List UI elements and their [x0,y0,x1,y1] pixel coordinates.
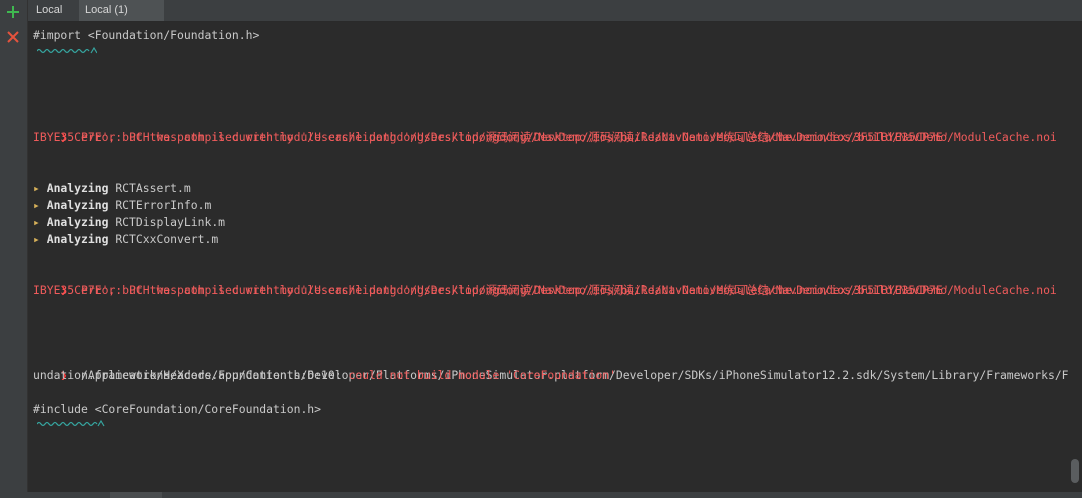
analyzing-line: ▸ Analyzing RCTErrorInfo.m [33,198,212,212]
tab-local[interactable]: Local [30,0,78,21]
triangle-icon: ▸ [33,215,47,229]
analyzing-line: ▸ Analyzing RCTAssert.m [33,181,191,195]
analyzing-line: ▸ Analyzing RCTDisplayLink.m [33,215,226,229]
left-toolbar [0,0,28,498]
vertical-scrollbar[interactable] [1068,22,1082,492]
error-message-1-cont: IBYE35CP7E', but the path is currently '… [33,130,950,144]
bottom-bar [0,492,1082,498]
error-message-3: ❯ /Applications/Xcode.app/Contents/Devel… [60,368,1068,382]
analyzing-line: ▸ Analyzing RCTCxxConvert.m [33,232,219,246]
squiggle-underline-icon [37,46,97,54]
import-line: #import <Foundation/Foundation.h> [33,28,260,42]
triangle-icon: ▸ [33,232,47,246]
error-message-1: ❯ error: PCH was compiled with module ca… [60,130,1057,144]
squiggle-underline-icon [37,419,105,427]
triangle-icon: ▸ [33,181,47,195]
horizontal-scrollbar-thumb[interactable] [110,492,162,498]
error-message-2: ❯ error: PCH was compiled with module ca… [60,283,1057,297]
close-icon[interactable] [4,28,22,46]
plus-icon[interactable] [4,3,22,21]
tab-bar: Local Local (1) [28,0,1082,22]
tab-local-1[interactable]: Local (1) [79,0,164,21]
error-message-3-cont: undation.framework/Headers/Foundation.h:… [33,368,616,382]
error-message-2-cont: IBYE35CP7E', but the path is currently '… [33,283,950,297]
scrollbar-thumb[interactable] [1071,459,1079,483]
include-line: #include <CoreFoundation/CoreFoundation.… [33,402,322,416]
triangle-icon: ▸ [33,198,47,212]
console-output[interactable]: #import <Foundation/Foundation.h> ❯ erro… [28,22,1068,492]
